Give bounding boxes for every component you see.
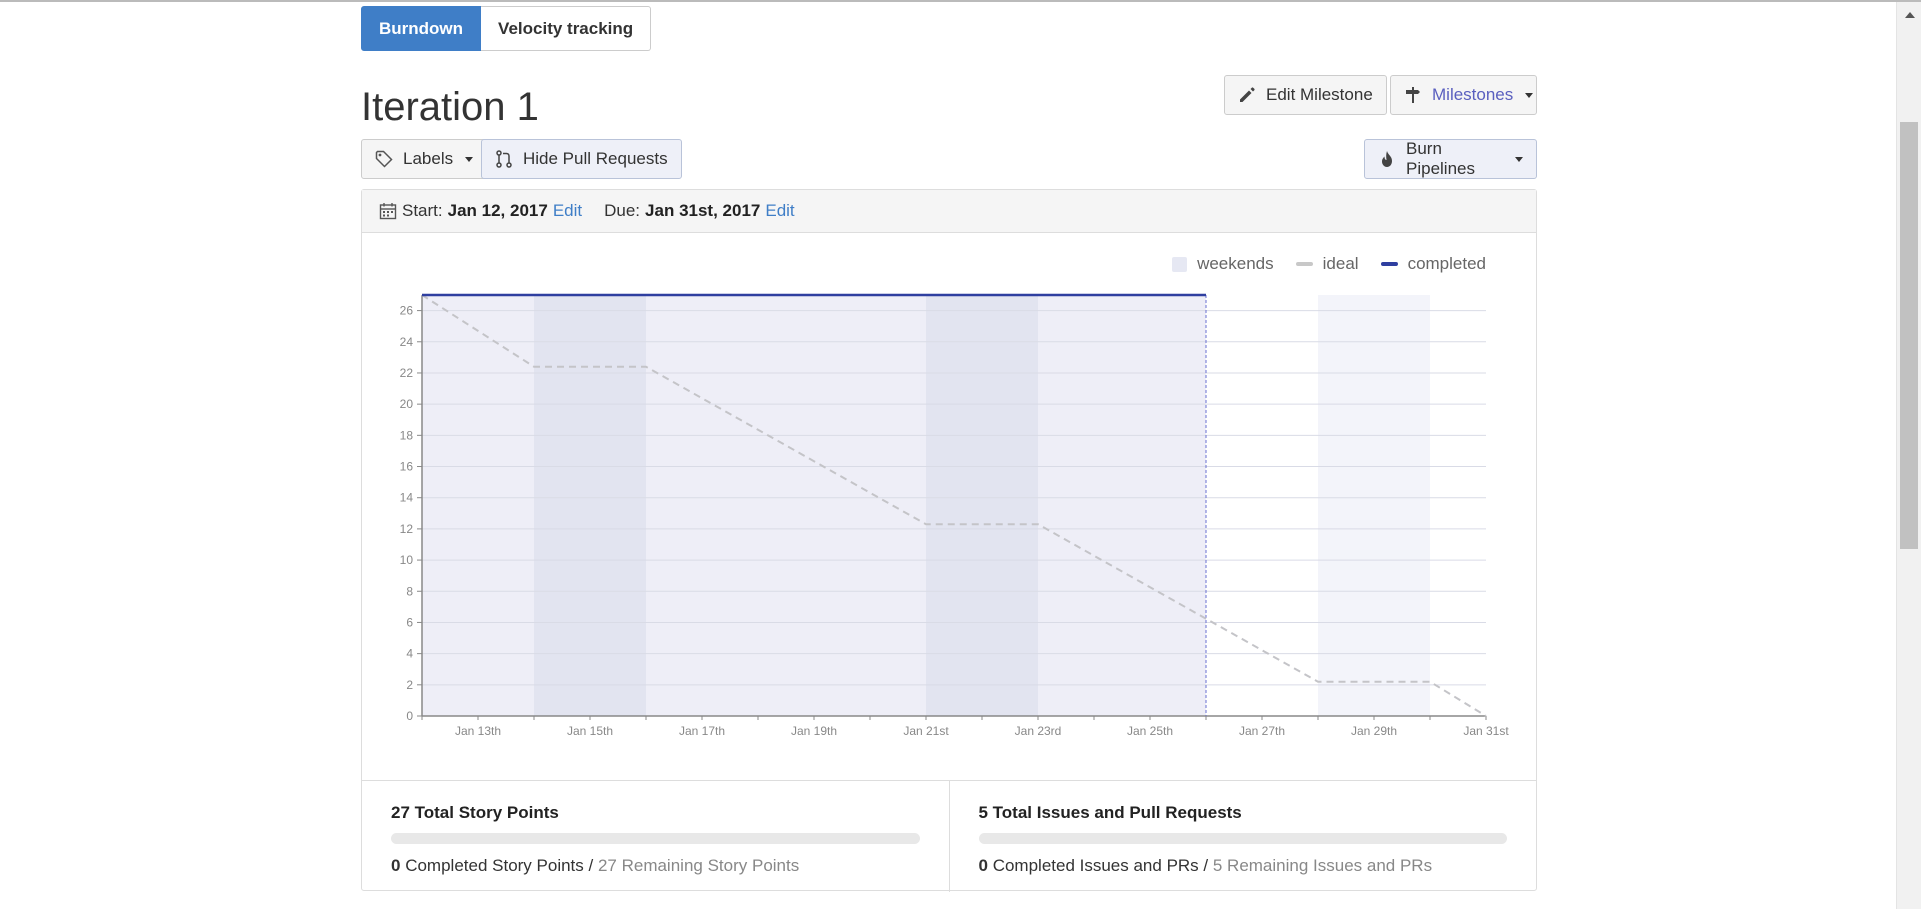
calendar-icon [379,202,397,220]
issues-title: 5 Total Issues and Pull Requests [978,803,1242,822]
edit-start-date-link[interactable]: Edit [553,201,582,221]
separator: / [1198,856,1213,875]
edit-milestone-button[interactable]: Edit Milestone [1224,75,1387,115]
y-tick-label: 24 [400,335,414,349]
chart-legend: weekends ideal completed [1172,254,1486,274]
completed-issues-text: Completed Issues and PRs [987,856,1199,875]
tab-velocity-tracking[interactable]: Velocity tracking [481,6,652,51]
y-tick-label: 22 [400,366,414,380]
y-tick-label: 26 [400,304,414,318]
legend-ideal[interactable]: ideal [1295,254,1359,274]
y-tick-label: 2 [406,678,413,692]
y-tick-label: 14 [400,491,414,505]
scrollbar-thumb[interactable] [1900,122,1918,549]
start-date: Jan 12, 2017 [447,201,548,220]
y-tick-label: 8 [406,584,413,598]
story-points-title: 27 Total Story Points [391,803,559,822]
story-points-progress [391,833,920,844]
burn-pipelines-label: Burn Pipelines [1406,139,1475,178]
due-label: Due: [604,201,641,220]
x-tick-label: Jan 27th [1239,724,1285,738]
x-tick-label: Jan 31st [1463,724,1509,738]
legend-weekends[interactable]: weekends [1172,254,1274,274]
y-tick-label: 16 [400,460,414,474]
signpost-icon [1404,86,1422,104]
weekend-band [534,295,646,716]
x-tick-label: Jan 23rd [1015,724,1062,738]
start-label: Start: [402,201,443,220]
hide-pull-requests-label: Hide Pull Requests [523,149,668,168]
flame-icon [1378,150,1396,168]
chevron-down-icon [465,156,474,162]
chevron-down-icon [1525,92,1534,98]
vertical-scrollbar[interactable] [1896,2,1921,909]
completed-issues-count: 0 [978,856,988,875]
legend-weekends-label: weekends [1197,254,1274,273]
legend-ideal-label: ideal [1322,254,1359,273]
pencil-icon [1238,86,1256,104]
issues-progress [978,833,1507,844]
y-tick-label: 20 [400,397,414,411]
y-tick-label: 6 [406,615,413,629]
hide-pull-requests-button[interactable]: Hide Pull Requests [481,139,682,179]
y-tick-label: 18 [400,428,414,442]
y-tick-label: 10 [400,553,414,567]
scroll-up-arrow-icon[interactable] [1905,12,1915,18]
y-tick-label: 0 [406,709,413,723]
view-tabs: Burndown Velocity tracking [361,6,1537,51]
issues-summary: 0 Completed Issues and PRs / 5 Remaining… [979,856,1508,876]
remaining-story-points: 27 Remaining Story Points [597,856,800,875]
x-tick-label: Jan 29th [1351,724,1397,738]
issues-stat: 5 Total Issues and Pull Requests 0 Compl… [948,781,1537,892]
x-tick-label: Jan 15th [567,724,613,738]
legend-completed[interactable]: completed [1380,254,1486,274]
chevron-down-icon [1515,156,1523,162]
remaining-issues: 5 Remaining Issues and PRs [1212,856,1433,875]
burndown-panel: Start: Jan 12, 2017 Edit Due: Jan 31st, … [361,189,1537,892]
completed-story-points-text: Completed Story Points [400,856,584,875]
burn-pipelines-dropdown[interactable]: Burn Pipelines [1364,139,1537,179]
tab-burndown[interactable]: Burndown [361,6,482,51]
weekend-band [926,295,1038,716]
y-tick-label: 4 [406,647,413,661]
x-tick-label: Jan 21st [903,724,949,738]
labels-dropdown[interactable]: Labels [361,139,488,179]
story-points-stat: 27 Total Story Points 0 Completed Story … [362,781,949,892]
weekend-band [1318,295,1430,716]
filter-row: Labels Hide Pull Requests Burn Pipelines [361,133,1537,189]
pull-request-icon [495,150,513,168]
due-date: Jan 31st, 2017 [645,201,761,220]
title-row: Iteration 1 Edit Milestone Milestones [361,51,1537,133]
separator: / [583,856,598,875]
weekends-swatch [1172,256,1188,272]
ideal-swatch [1295,262,1313,266]
y-tick-label: 12 [400,522,414,536]
legend-completed-label: completed [1407,254,1486,273]
completed-swatch [1380,262,1398,266]
milestone-dates-bar: Start: Jan 12, 2017 Edit Due: Jan 31st, … [362,190,1536,233]
x-tick-label: Jan 25th [1127,724,1173,738]
tag-icon [375,150,393,168]
main-content: Burndown Velocity tracking Iteration 1 E… [361,6,1537,189]
edit-milestone-label: Edit Milestone [1266,85,1373,104]
top-border [0,0,1921,2]
x-tick-label: Jan 13th [455,724,501,738]
x-tick-label: Jan 19th [791,724,837,738]
edit-due-date-link[interactable]: Edit [765,201,794,221]
burndown-chart: 02468101214161820222426Jan 13th Jan 15th J… [400,293,1509,738]
story-points-summary: 0 Completed Story Points / 27 Remaining … [391,856,920,876]
milestones-label: Milestones [1432,85,1514,104]
milestones-dropdown[interactable]: Milestones [1390,75,1537,115]
stats-footer: 27 Total Story Points 0 Completed Story … [362,780,1536,892]
page-title: Iteration 1 [361,85,539,129]
labels-label: Labels [403,149,454,168]
x-tick-label: Jan 17th [679,724,725,738]
